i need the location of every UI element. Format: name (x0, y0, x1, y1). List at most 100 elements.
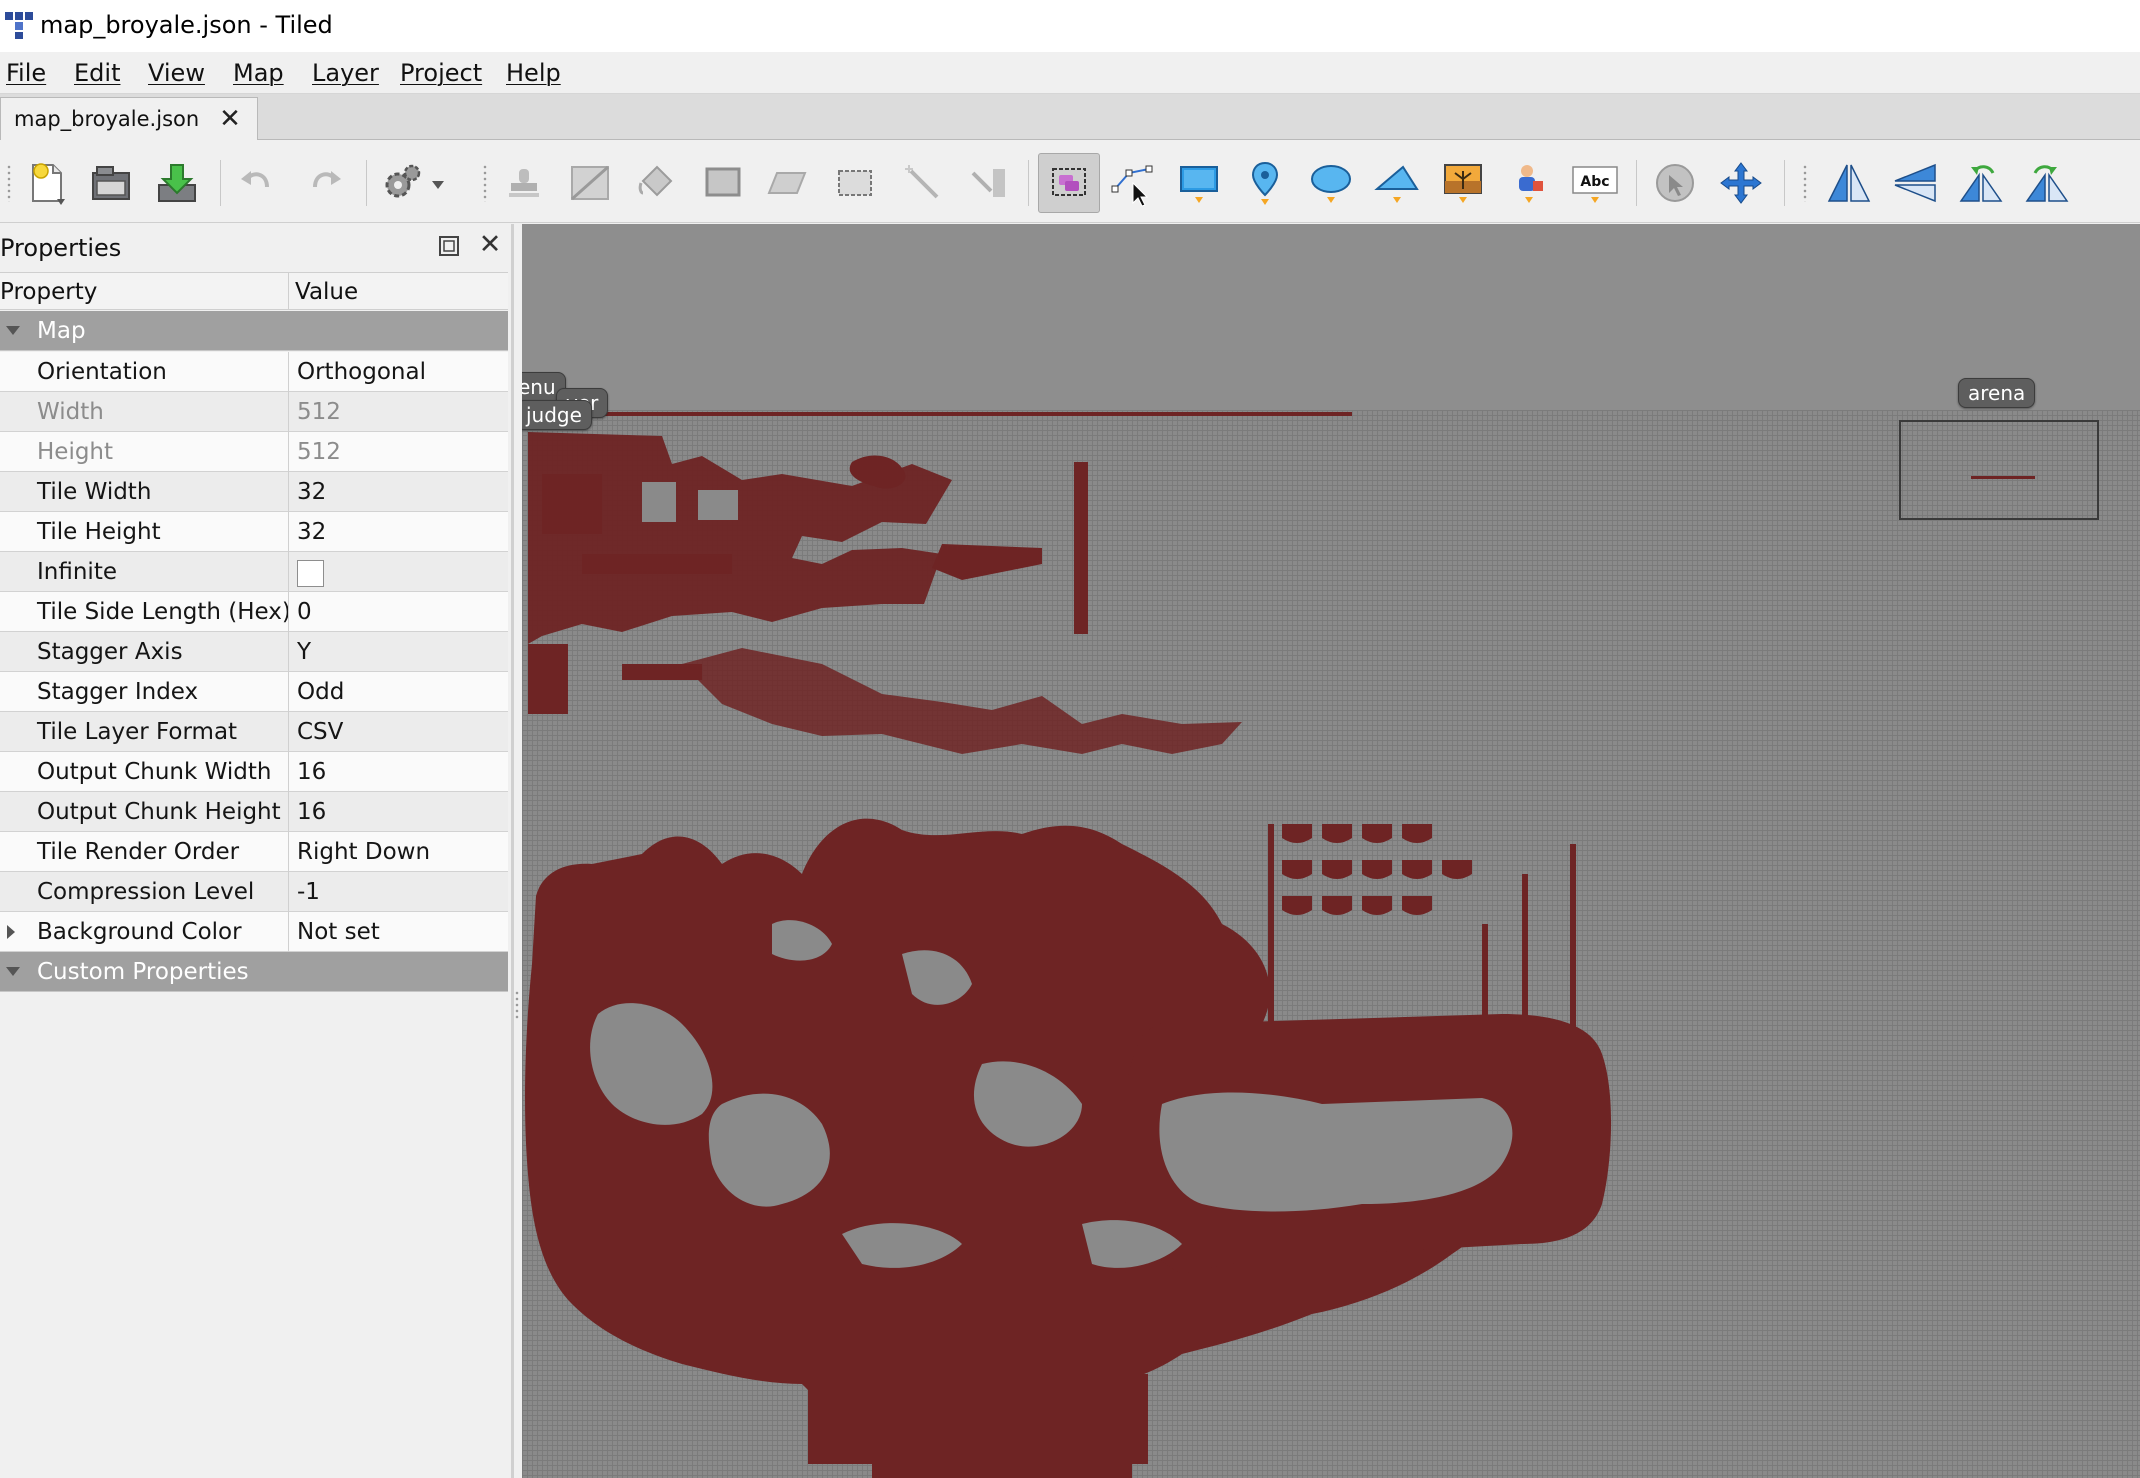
property-name: Stagger Axis (37, 639, 183, 665)
eraser-button[interactable] (760, 156, 814, 210)
insert-ellipse-button[interactable] (1304, 156, 1358, 210)
float-panel-icon[interactable] (437, 234, 461, 258)
insert-polygon-button[interactable] (1370, 156, 1424, 210)
shape-fill-button[interactable] (696, 156, 750, 210)
undo-icon (241, 171, 269, 188)
open-icon (92, 166, 130, 200)
flip-vertical-button[interactable] (1888, 156, 1942, 210)
property-value[interactable]: 32 (297, 512, 326, 552)
property-row-tile-width[interactable]: Tile Width 32 (0, 472, 508, 512)
property-row-tile-layer-format[interactable]: Tile Layer Format CSV (0, 712, 508, 752)
object-label-arena[interactable]: arena (1958, 378, 2036, 408)
property-name: Tile Width (37, 479, 152, 505)
new-map-button[interactable] (20, 156, 74, 210)
arena-object-rectangle[interactable] (1899, 420, 2099, 520)
property-name: Tile Side Length (Hex) (37, 599, 291, 625)
column-divider[interactable] (288, 273, 289, 310)
object-label-judge[interactable]: judge (522, 400, 592, 430)
property-value[interactable]: Right Down (297, 832, 430, 872)
insert-tile-button[interactable] (1436, 156, 1490, 210)
menu-view[interactable]: View (146, 58, 207, 88)
toolbar-grip[interactable] (482, 164, 488, 202)
panel-close-icon[interactable]: ✕ (476, 231, 504, 260)
property-value[interactable]: Odd (297, 672, 344, 712)
magic-wand-button[interactable] (896, 156, 950, 210)
commands-icon (385, 164, 444, 198)
property-name: Tile Height (37, 519, 161, 545)
select-objects-button[interactable] (1038, 153, 1100, 213)
insert-template-button[interactable] (1502, 156, 1556, 210)
toolbar-grip[interactable] (6, 164, 12, 202)
open-button[interactable] (84, 156, 138, 210)
commands-button[interactable] (378, 156, 452, 210)
group-map[interactable]: Map (0, 311, 508, 351)
property-row-orientation[interactable]: Orientation Orthogonal (0, 352, 508, 392)
insert-text-button[interactable]: Abc (1568, 156, 1622, 210)
property-name: Output Chunk Height (37, 799, 281, 825)
terrain-brush-button[interactable] (563, 156, 617, 210)
flip-horizontal-button[interactable] (1822, 156, 1876, 210)
rect-select-icon (838, 170, 872, 196)
property-value[interactable]: Not set (297, 912, 380, 952)
rotate-right-button[interactable] (2020, 156, 2074, 210)
property-name: Tile Layer Format (37, 719, 238, 745)
property-value[interactable]: 32 (297, 472, 326, 512)
select-same-tile-button[interactable] (962, 156, 1016, 210)
save-button[interactable] (150, 156, 204, 210)
collapse-arrow-icon[interactable] (6, 967, 20, 976)
toolbar-grip[interactable] (1802, 164, 1808, 202)
property-row-infinite[interactable]: Infinite (0, 552, 508, 592)
property-row-compression-level[interactable]: Compression Level -1 (0, 872, 508, 912)
rotate-left-button[interactable] (1954, 156, 2008, 210)
property-name: Background Color (37, 919, 242, 945)
property-row-width[interactable]: Width 512 (0, 392, 508, 432)
expand-arrow-icon[interactable] (7, 925, 15, 939)
insert-rectangle-button[interactable] (1172, 156, 1226, 210)
menu-layer[interactable]: Layer (310, 58, 381, 88)
tiled-app-icon (5, 12, 33, 39)
property-value[interactable]: 16 (297, 752, 326, 792)
property-value[interactable]: -1 (297, 872, 320, 912)
infinite-checkbox[interactable] (297, 560, 324, 587)
property-row-stagger-axis[interactable]: Stagger Axis Y (0, 632, 508, 672)
world-tool-button[interactable] (1648, 156, 1702, 210)
column-header-property[interactable]: Property (0, 273, 97, 310)
property-value[interactable]: 0 (297, 592, 312, 632)
property-row-stagger-index[interactable]: Stagger Index Odd (0, 672, 508, 712)
redo-button[interactable] (298, 156, 352, 210)
column-divider (288, 912, 289, 952)
property-row-background-color[interactable]: Background Color Not set (0, 912, 508, 952)
edit-polygons-button[interactable] (1106, 156, 1160, 210)
property-value[interactable]: 16 (297, 792, 326, 832)
tab-map-broyale[interactable]: map_broyale.json ✕ (0, 97, 258, 141)
group-custom-properties[interactable]: Custom Properties (0, 952, 508, 992)
bucket-fill-button[interactable] (628, 156, 682, 210)
property-value[interactable]: CSV (297, 712, 343, 752)
undo-button[interactable] (230, 156, 284, 210)
menu-project[interactable]: Project (398, 58, 484, 88)
property-row-output-chunk-width[interactable]: Output Chunk Width 16 (0, 752, 508, 792)
property-row-tile-height[interactable]: Tile Height 32 (0, 512, 508, 552)
stamp-brush-button[interactable] (498, 156, 552, 210)
menu-edit[interactable]: Edit (72, 58, 122, 88)
menu-map[interactable]: Map (231, 58, 286, 88)
menu-help[interactable]: Help (504, 58, 563, 88)
column-divider (288, 592, 289, 632)
move-button[interactable] (1714, 156, 1768, 210)
property-row-tile-render-order[interactable]: Tile Render Order Right Down (0, 832, 508, 872)
insert-point-button[interactable] (1238, 156, 1292, 210)
property-value[interactable]: Y (297, 632, 311, 672)
column-header-value[interactable]: Value (295, 273, 358, 310)
rectangular-select-button[interactable] (828, 156, 882, 210)
panel-splitter[interactable] (514, 990, 520, 1020)
collapse-arrow-icon[interactable] (6, 326, 20, 335)
property-row-tile-side-length[interactable]: Tile Side Length (Hex) 0 (0, 592, 508, 632)
property-value[interactable]: Orthogonal (297, 352, 426, 392)
tab-close-icon[interactable]: ✕ (216, 106, 244, 134)
map-canvas[interactable]: enu yer judge arena (522, 224, 2140, 1478)
menu-file[interactable]: File (4, 58, 48, 88)
property-row-output-chunk-height[interactable]: Output Chunk Height 16 (0, 792, 508, 832)
property-row-height[interactable]: Height 512 (0, 432, 508, 472)
flip-horizontal-icon (1827, 164, 1871, 202)
document-tab-bar: map_broyale.json ✕ (0, 94, 2140, 141)
